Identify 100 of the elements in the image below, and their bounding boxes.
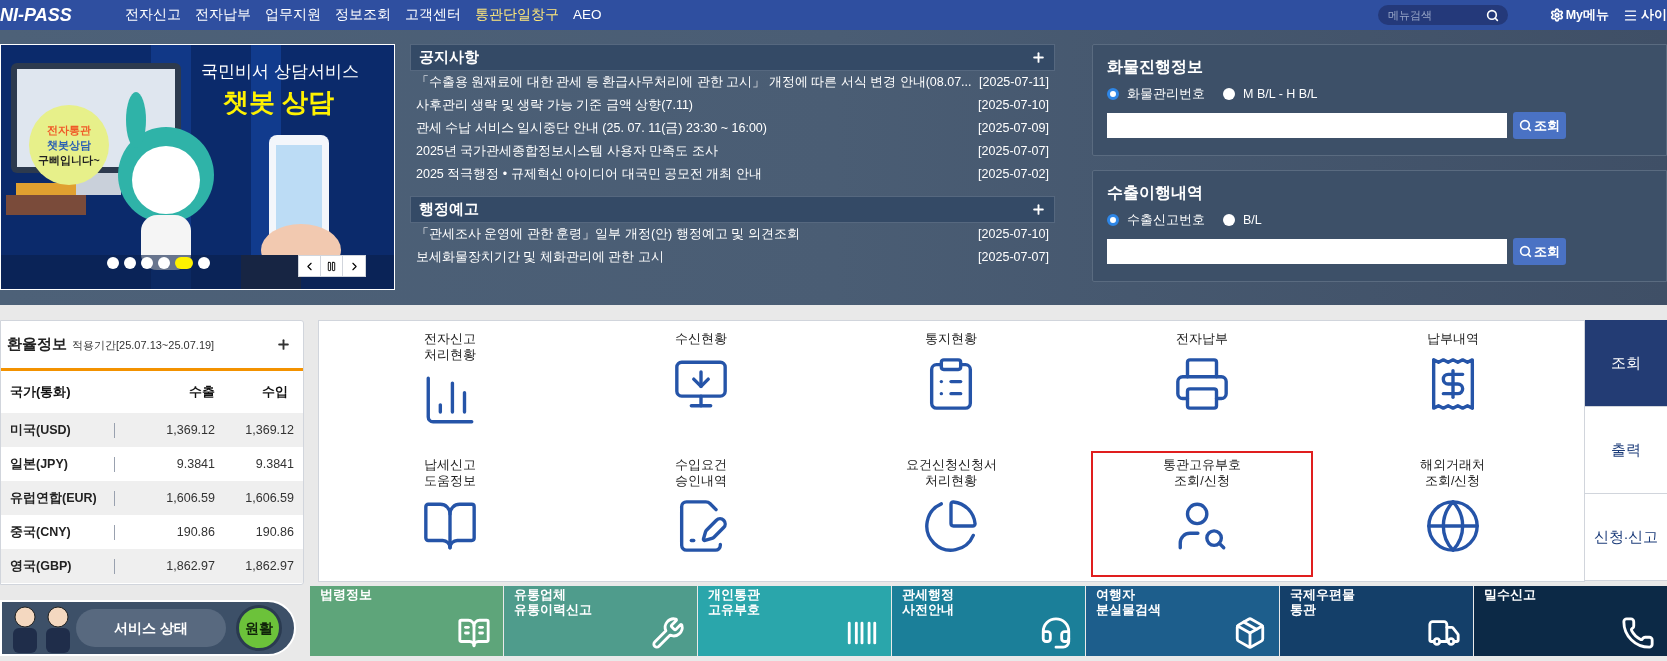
column-header: 국가(통화) (10, 383, 72, 402)
service-label: 전자신고 처리현황 (424, 331, 477, 363)
side-tab[interactable]: 조회 (1585, 320, 1667, 407)
section-title: 공지사항 (419, 47, 479, 68)
table-cell-text: 1,606.59 (165, 489, 215, 507)
radio-option[interactable]: 수출신고번호 (1107, 211, 1205, 230)
notice-link[interactable]: 사후관리 생략 및 생략 가능 기준 금액 상향(7.11) (416, 96, 694, 115)
nav-link[interactable]: 통관단일창구 (475, 4, 559, 26)
side-tab[interactable]: 출력 (1585, 407, 1667, 494)
bubble-text: 전자통관 (47, 122, 91, 138)
service-item[interactable]: 전자신고 처리현황 (339, 325, 562, 451)
search-field[interactable] (1107, 112, 1507, 138)
section-title: 행정예고 (419, 199, 479, 220)
service-label: 통지현황 (925, 331, 978, 347)
table-cell-text: 190.86 (175, 523, 215, 541)
side-tab[interactable]: 신청·신고 (1585, 494, 1667, 581)
logo[interactable]: NI-PASS (0, 1, 115, 29)
my-menu-button[interactable]: My메뉴 (1549, 5, 1609, 25)
more-icon[interactable] (1031, 50, 1046, 65)
table-cell-text: 9.3841 (175, 455, 215, 473)
notice-date: [2025-07-02] (978, 166, 1049, 184)
service-label: 수신현황 (674, 331, 727, 347)
notice-date: [2025-07-07] (978, 143, 1049, 161)
more-icon[interactable] (276, 337, 291, 352)
card-title: 환율정보 (7, 334, 67, 355)
period-text: 적용기간[25.07.13~25.07.19] (72, 338, 215, 354)
bubble-text: 구삐입니다~ (38, 152, 100, 168)
status-label: 서비스 상태 (76, 609, 226, 647)
shortcut-tile[interactable]: 관세행정 사전안내 (892, 586, 1085, 656)
menu-icon (1623, 7, 1638, 23)
service-item[interactable]: 통지현황 (840, 325, 1063, 451)
shortcut-tile[interactable]: 여행자 분실물검색 (1086, 586, 1279, 656)
service-label: 납세신고 도움정보 (424, 457, 477, 489)
nav-link[interactable]: 고객센터 (405, 4, 461, 26)
panel-title: 화물진행정보 (1107, 57, 1204, 77)
radio-option[interactable]: B/L (1223, 211, 1262, 230)
search-icon (1519, 118, 1532, 132)
service-label: 전자납부 (1176, 331, 1229, 347)
notice-date: [2025-07-10] (978, 226, 1049, 244)
nav-link[interactable]: 정보조회 (335, 4, 391, 26)
bubble-text: 챗봇상담 (47, 137, 91, 153)
book-icon (457, 616, 491, 650)
notice-link[interactable]: 2025 적극행정 • 규제혁신 아이디어 대국민 공모전 개최 안내 (416, 165, 762, 184)
headset-icon (1039, 616, 1073, 650)
nav-link[interactable]: 전자신고 (125, 4, 181, 26)
column-header: 수출 (188, 383, 215, 402)
nav-link[interactable]: 전자납부 (195, 4, 251, 26)
shortcut-tile[interactable]: 밀수신고 (1474, 586, 1667, 656)
service-item[interactable]: 수입요건 승인내역 (589, 451, 813, 577)
phone-icon (1621, 616, 1655, 650)
table-cell-text: 9.3841 (254, 455, 294, 473)
service-label: 수입요건 승인내역 (674, 457, 727, 489)
service-item[interactable]: 전자납부 (1090, 325, 1314, 451)
notice-date: [2025-07-07] (978, 249, 1049, 267)
search-icon (1519, 244, 1532, 258)
sitemap-button[interactable]: 사이 (1623, 5, 1667, 25)
notice-link[interactable]: 2025년 국가관세종합정보시스템 사용자 만족도 조사 (416, 142, 718, 161)
menu-search-field[interactable]: 메뉴검색 (1377, 5, 1508, 25)
nav-link[interactable]: 업무지원 (265, 4, 321, 26)
service-label: 통관고유부호 조회/신청 (1163, 457, 1242, 489)
shortcut-tile[interactable]: 국제우편물 통관 (1280, 586, 1473, 656)
notice-link[interactable]: 관세 수납 서비스 일시중단 안내 (25. 07. 11(금) 23:30 ~ 16:00) (416, 119, 767, 138)
status-indicator: 원활 (236, 605, 282, 651)
nav-link[interactable]: AEO (573, 4, 602, 26)
notice-link[interactable]: 「관세조사 운영에 관한 훈령」일부 개정(안) 행정예고 및 의견조회 (416, 225, 800, 244)
table-cell-text: 영국(GBP) (10, 557, 73, 575)
table-cell-text: 1,369.12 (165, 421, 215, 439)
service-item[interactable]: 요건신청신청서 처리현황 (840, 451, 1063, 577)
search-button[interactable]: 조회 (1513, 111, 1566, 139)
wrench-icon (651, 616, 685, 650)
table-cell-text: 일본(JPY) (10, 455, 69, 473)
notice-date: [2025-07-11] (979, 74, 1049, 92)
radio-option[interactable]: 화물관리번호 (1107, 85, 1205, 104)
table-cell-text: 1,862.97 (244, 557, 294, 575)
more-icon[interactable] (1031, 202, 1046, 217)
banner-headline: 국민비서 상담서비스 (201, 61, 359, 83)
search-field[interactable] (1107, 238, 1507, 264)
panel-title: 수출이행내역 (1107, 183, 1204, 203)
table-cell-text: 1,862.97 (165, 557, 215, 575)
search-button[interactable]: 조회 (1513, 237, 1566, 265)
column-header: 수입 (261, 383, 289, 402)
service-item[interactable]: 통관고유부호 조회/신청 (1090, 451, 1314, 577)
table-cell-text: 미국(USD) (10, 421, 72, 439)
radio-option[interactable]: M B/L - H B/L (1223, 85, 1318, 104)
service-label: 납부내역 (1426, 331, 1479, 347)
table-cell-text: 중국(CNY) (10, 523, 72, 541)
table-cell-text: 1,606.59 (244, 489, 294, 507)
service-item[interactable]: 납세신고 도움정보 (339, 451, 562, 577)
notice-date: [2025-07-10] (978, 97, 1049, 115)
banner-title: 챗봇 상담 (223, 86, 335, 119)
notice-date: [2025-07-09] (978, 120, 1049, 138)
package-icon (1233, 616, 1267, 650)
service-item[interactable]: 납부내역 (1341, 325, 1564, 451)
notice-link[interactable]: 「수출용 원재료에 대한 관세 등 환급사무처리에 관한 고시」 개정에 따른 서식 변경 안내(08.07... (416, 73, 972, 92)
gear-icon (1549, 8, 1564, 22)
service-label: 해외거래처 조회/신청 (1420, 457, 1486, 489)
service-item[interactable]: 수신현황 (589, 325, 813, 451)
service-item[interactable]: 해외거래처 조회/신청 (1341, 451, 1564, 577)
notice-link[interactable]: 보세화물장치기간 및 체화관리에 관한 고시 (416, 248, 664, 267)
table-cell-text: 1,369.12 (244, 421, 294, 439)
